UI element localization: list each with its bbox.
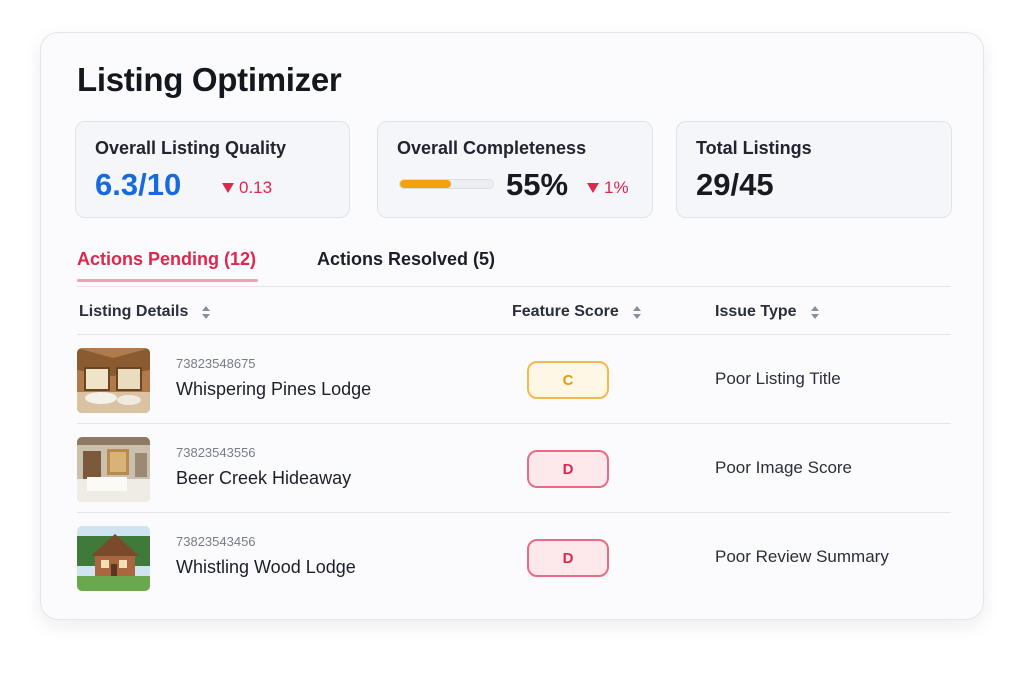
- completeness-progress-fill: [400, 180, 452, 188]
- listing-id: 73823543456: [176, 534, 256, 549]
- actions-tabs: Actions Pending (12) Actions Resolved (5…: [77, 245, 951, 287]
- issue-type: Poor Review Summary: [715, 547, 889, 566]
- feature-score-badge: D: [527, 450, 609, 488]
- listing-name[interactable]: Beer Creek Hideaway: [176, 468, 351, 489]
- feature-score-badge: D: [527, 539, 609, 577]
- sort-icon: [632, 305, 641, 319]
- bedroom-photo[interactable]: [77, 437, 150, 502]
- listing-id: 73823548675: [176, 356, 256, 371]
- stat-label-quality: Overall Listing Quality: [95, 138, 287, 158]
- house-exterior-photo[interactable]: [77, 526, 150, 591]
- completeness-delta: 1%: [587, 178, 629, 198]
- stat-label-completeness: Overall Completeness: [397, 138, 587, 158]
- issue-type: Poor Listing Title: [715, 369, 841, 388]
- issue-type: Poor Image Score: [715, 458, 853, 477]
- down-triangle-icon: [587, 183, 599, 193]
- sort-icon: [202, 305, 211, 319]
- total-listings-value: 29/45: [696, 167, 774, 202]
- page-title: Listing Optimizer: [77, 61, 342, 98]
- stat-label-total: Total Listings: [696, 138, 812, 158]
- quality-value: 6.3/10: [95, 167, 182, 202]
- column-header-feature-score[interactable]: Feature Score: [512, 303, 641, 321]
- sort-icon: [810, 305, 819, 319]
- column-label: Feature Score: [512, 303, 619, 320]
- stat-card-completeness: Overall Completeness 55% 1%: [377, 121, 653, 218]
- listing-name[interactable]: Whispering Pines Lodge: [176, 379, 371, 400]
- listing-optimizer-panel: Listing Optimizer Overall Listing Qualit…: [40, 32, 984, 620]
- stat-card-total-listings: Total Listings 29/45: [676, 121, 952, 218]
- tab-actions-pending[interactable]: Actions Pending (12): [77, 249, 259, 282]
- listing-id: 73823543556: [176, 445, 256, 460]
- completeness-delta-value: 1%: [604, 178, 629, 197]
- table-header: Listing Details Feature Score Issue Type: [77, 295, 951, 335]
- stat-card-quality: Overall Listing Quality 6.3/10 0.13: [75, 121, 350, 218]
- tab-actions-resolved[interactable]: Actions Resolved (5): [317, 249, 495, 270]
- column-label: Listing Details: [79, 303, 189, 320]
- completeness-value: 55%: [506, 167, 569, 202]
- table-row[interactable]: 73823548675 Whispering Pines Lodge C Poo…: [77, 336, 951, 424]
- quality-delta-value: 0.13: [239, 178, 273, 197]
- down-triangle-icon: [222, 183, 234, 193]
- completeness-progress-bar: [399, 179, 494, 189]
- column-label: Issue Type: [715, 303, 797, 320]
- quality-delta: 0.13: [222, 178, 272, 198]
- column-header-issue-type[interactable]: Issue Type: [715, 303, 819, 321]
- lodge-interior-photo[interactable]: [77, 348, 150, 413]
- feature-score-badge: C: [527, 361, 609, 399]
- table-row[interactable]: 73823543556 Beer Creek Hideaway D Poor I…: [77, 425, 951, 513]
- table-row[interactable]: 73823543456 Whistling Wood Lodge D Poor …: [77, 514, 951, 602]
- column-header-listing-details[interactable]: Listing Details: [79, 303, 211, 321]
- listing-name[interactable]: Whistling Wood Lodge: [176, 557, 356, 578]
